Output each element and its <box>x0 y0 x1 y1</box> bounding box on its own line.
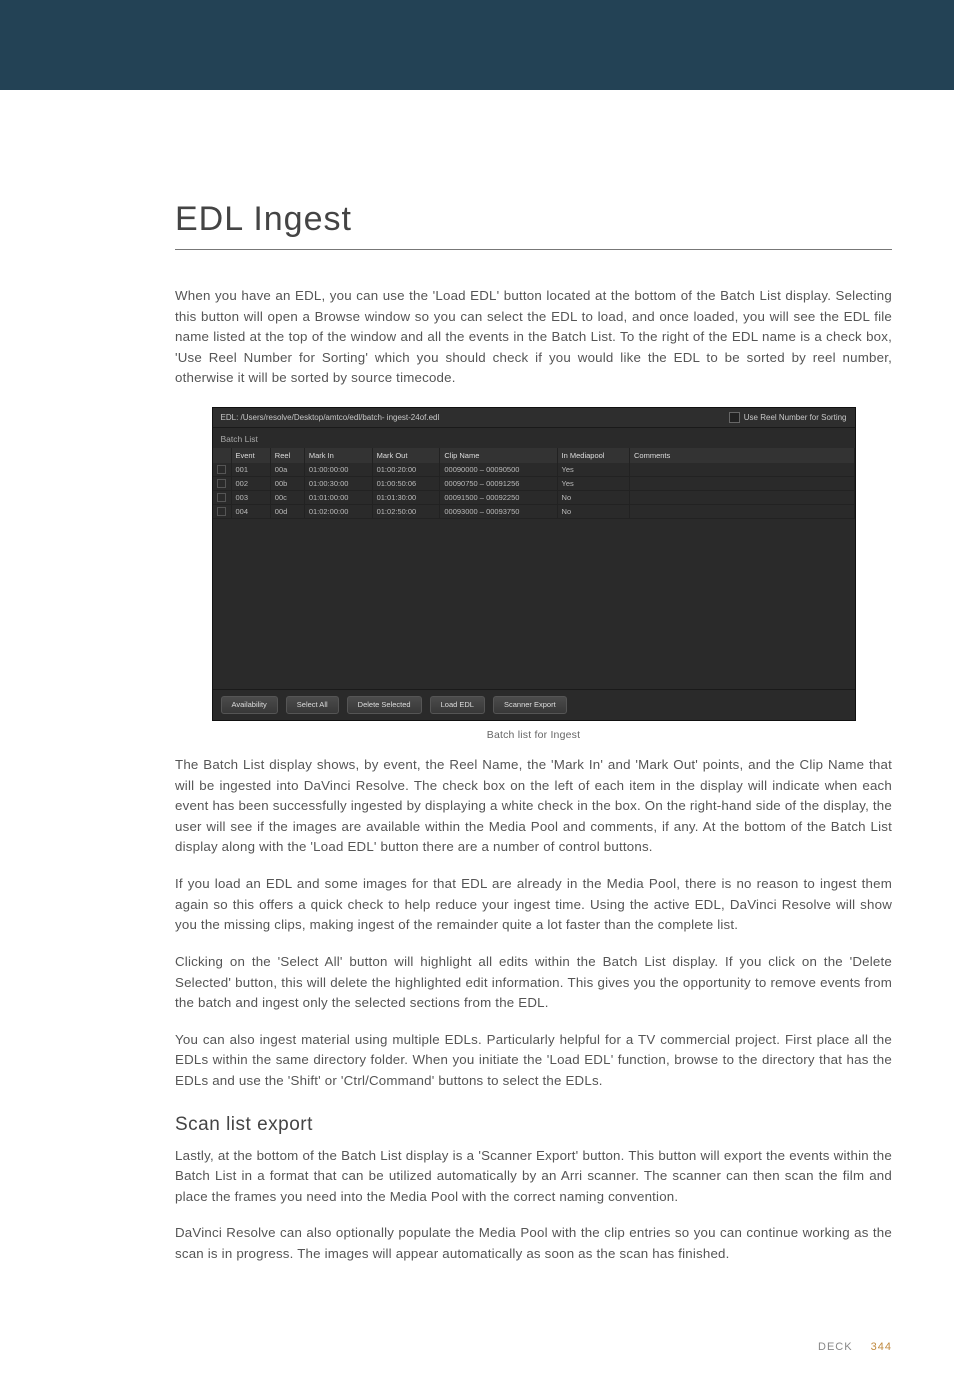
cell-event: 003 <box>231 491 270 505</box>
cell-reel: 00a <box>270 463 304 477</box>
batch-list-empty-area <box>213 519 855 689</box>
paragraph-7: DaVinci Resolve can also optionally popu… <box>175 1223 892 1264</box>
col-event: Event <box>231 448 270 463</box>
cell-event: 002 <box>231 477 270 491</box>
paragraph-5: You can also ingest material using multi… <box>175 1030 892 1092</box>
col-reel: Reel <box>270 448 304 463</box>
batch-list-topbar: EDL: /Users/resolve/Desktop/amtco/edl/ba… <box>213 408 855 428</box>
col-clip-name: Clip Name <box>440 448 557 463</box>
cell-clip-name: 00091500 – 00092250 <box>440 491 557 505</box>
batch-list-button-row: Availability Select All Delete Selected … <box>213 689 855 720</box>
cell-mark-out: 01:00:50:06 <box>372 477 440 491</box>
edl-path-label: EDL: /Users/resolve/Desktop/amtco/edl/ba… <box>221 413 440 422</box>
cell-event: 001 <box>231 463 270 477</box>
cell-reel: 00c <box>270 491 304 505</box>
cell-mark-in: 01:00:00:00 <box>304 463 372 477</box>
screenshot-container: EDL: /Users/resolve/Desktop/amtco/edl/ba… <box>175 407 892 721</box>
paragraph-6: Lastly, at the bottom of the Batch List … <box>175 1146 892 1208</box>
paragraph-3: If you load an EDL and some images for t… <box>175 874 892 936</box>
paragraph-4: Clicking on the 'Select All' button will… <box>175 952 892 1014</box>
col-in-mediapool: In Mediapool <box>557 448 629 463</box>
batch-list-title: Batch List <box>213 428 855 448</box>
cell-mark-out: 01:02:50:00 <box>372 505 440 519</box>
cell-pool: Yes <box>557 477 629 491</box>
load-edl-button[interactable]: Load EDL <box>430 696 485 714</box>
cell-pool: No <box>557 505 629 519</box>
scanner-export-button[interactable]: Scanner Export <box>493 696 567 714</box>
cell-mark-in: 01:02:00:00 <box>304 505 372 519</box>
cell-clip-name: 00093000 – 00093750 <box>440 505 557 519</box>
footer-page-number: 344 <box>871 1341 892 1353</box>
table-row[interactable]: 001 00a 01:00:00:00 01:00:20:00 00090000… <box>213 463 855 477</box>
table-row[interactable]: 002 00b 01:00:30:00 01:00:50:06 00090750… <box>213 477 855 491</box>
cell-mark-out: 01:01:30:00 <box>372 491 440 505</box>
table-row[interactable]: 004 00d 01:02:00:00 01:02:50:00 00093000… <box>213 505 855 519</box>
select-all-button[interactable]: Select All <box>286 696 339 714</box>
col-mark-out: Mark Out <box>372 448 440 463</box>
title-rule <box>175 249 892 250</box>
cell-comments <box>629 491 854 505</box>
cell-mark-in: 01:00:30:00 <box>304 477 372 491</box>
batch-list-table: Event Reel Mark In Mark Out Clip Name In… <box>213 448 855 519</box>
sort-checkbox[interactable] <box>729 412 740 423</box>
sort-checkbox-label: Use Reel Number for Sorting <box>744 413 847 422</box>
cell-clip-name: 00090750 – 00091256 <box>440 477 557 491</box>
table-body: 001 00a 01:00:00:00 01:00:20:00 00090000… <box>213 463 855 519</box>
page-content: EDL Ingest When you have an EDL, you can… <box>0 90 954 1311</box>
cell-event: 004 <box>231 505 270 519</box>
col-check <box>213 448 232 463</box>
paragraph-2: The Batch List display shows, by event, … <box>175 755 892 858</box>
cell-mark-out: 01:00:20:00 <box>372 463 440 477</box>
row-checkbox[interactable] <box>217 493 226 502</box>
row-checkbox[interactable] <box>217 465 226 474</box>
paragraph-1: When you have an EDL, you can use the 'L… <box>175 286 892 389</box>
subheading-scan-list-export: Scan list export <box>175 1114 892 1136</box>
page-title: EDL Ingest <box>175 200 892 239</box>
cell-comments <box>629 477 854 491</box>
cell-comments <box>629 463 854 477</box>
batch-list-panel: EDL: /Users/resolve/Desktop/amtco/edl/ba… <box>212 407 856 721</box>
row-checkbox[interactable] <box>217 479 226 488</box>
figure-caption: Batch list for Ingest <box>175 729 892 741</box>
footer-section: DECK <box>818 1341 853 1353</box>
cell-pool: Yes <box>557 463 629 477</box>
cell-reel: 00d <box>270 505 304 519</box>
sort-checkbox-group[interactable]: Use Reel Number for Sorting <box>729 412 847 423</box>
cell-comments <box>629 505 854 519</box>
cell-pool: No <box>557 491 629 505</box>
col-comments: Comments <box>629 448 854 463</box>
page-footer: DECK 344 <box>0 1311 954 1383</box>
availability-button[interactable]: Availability <box>221 696 278 714</box>
row-checkbox[interactable] <box>217 507 226 516</box>
table-header-row: Event Reel Mark In Mark Out Clip Name In… <box>213 448 855 463</box>
table-row[interactable]: 003 00c 01:01:00:00 01:01:30:00 00091500… <box>213 491 855 505</box>
cell-mark-in: 01:01:00:00 <box>304 491 372 505</box>
cell-clip-name: 00090000 – 00090500 <box>440 463 557 477</box>
delete-selected-button[interactable]: Delete Selected <box>347 696 422 714</box>
cell-reel: 00b <box>270 477 304 491</box>
col-mark-in: Mark In <box>304 448 372 463</box>
top-color-band <box>0 0 954 90</box>
